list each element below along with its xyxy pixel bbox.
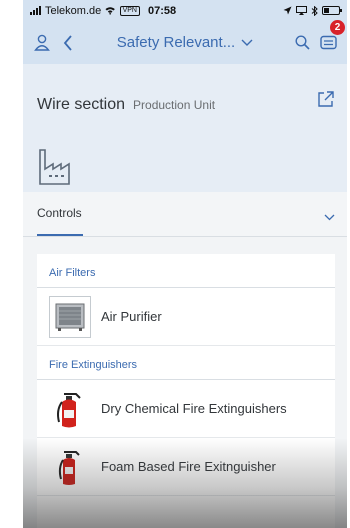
screen-mirroring-icon (296, 6, 307, 15)
list-item-air-purifier[interactable]: Air Purifier (37, 288, 335, 346)
section-tab-bar: Controls (23, 192, 347, 237)
bluetooth-icon (311, 5, 318, 16)
user-button[interactable] (29, 28, 55, 58)
location-icon (283, 6, 292, 15)
notifications-button[interactable]: 2 (315, 19, 345, 58)
signal-icon (30, 6, 41, 15)
status-bar: Telekom.de VPN 07:58 (23, 0, 347, 21)
list-item-label: Dry Chemical Fire Extinguishers (101, 401, 287, 416)
group-header-fire-extinguishers: Fire Extinguishers (37, 346, 335, 380)
tab-controls-underline (37, 234, 83, 236)
phone-screen: Telekom.de VPN 07:58 Safety Relevant... (23, 0, 347, 528)
tab-controls[interactable]: Controls (37, 206, 82, 220)
back-button[interactable] (55, 28, 81, 58)
notification-badge: 2 (330, 19, 345, 35)
controls-list: Air Filters Air Purifier Fire Extinguish… (37, 254, 335, 528)
list-item-dry-chemical[interactable]: Dry Chemical Fire Extinguishers (37, 380, 335, 438)
person-icon (34, 34, 50, 51)
battery-level (324, 8, 329, 13)
chevron-down-icon (241, 39, 253, 46)
app-title: Safety Relevant... (116, 34, 236, 51)
share-button[interactable] (317, 90, 335, 113)
vpn-badge: VPN (119, 5, 140, 16)
wifi-icon (105, 7, 116, 15)
battery-icon (322, 6, 342, 15)
header-title: Wire section (37, 96, 126, 113)
list-item-label: Foam Based Fire Exitnguisher (101, 459, 276, 474)
list-item-foam-based[interactable]: Foam Based Fire Exitnguisher (37, 438, 335, 496)
app-title-menu[interactable]: Safety Relevant... (81, 34, 289, 51)
section-menu-button[interactable] (324, 208, 335, 226)
clock: 07:58 (148, 4, 177, 17)
shell-bar: Safety Relevant... 2 (23, 19, 347, 64)
factory-icon (37, 146, 71, 193)
air-purifier-icon (49, 295, 91, 338)
fire-extinguisher-icon (49, 388, 91, 430)
carrier-label: Telekom.de (45, 4, 102, 17)
fire-extinguisher-icon (49, 446, 91, 488)
notifications-icon (319, 35, 337, 50)
header-subtitle: Production Unit (133, 98, 216, 112)
list-item-label: Air Purifier (101, 309, 162, 324)
search-icon (294, 35, 310, 50)
header-title-group: Wire section Production Unit (37, 96, 215, 114)
search-button[interactable] (289, 28, 315, 58)
group-header-air-filters: Air Filters (37, 254, 335, 288)
share-icon (318, 91, 334, 107)
chevron-down-icon (324, 214, 335, 221)
back-icon (63, 34, 72, 51)
